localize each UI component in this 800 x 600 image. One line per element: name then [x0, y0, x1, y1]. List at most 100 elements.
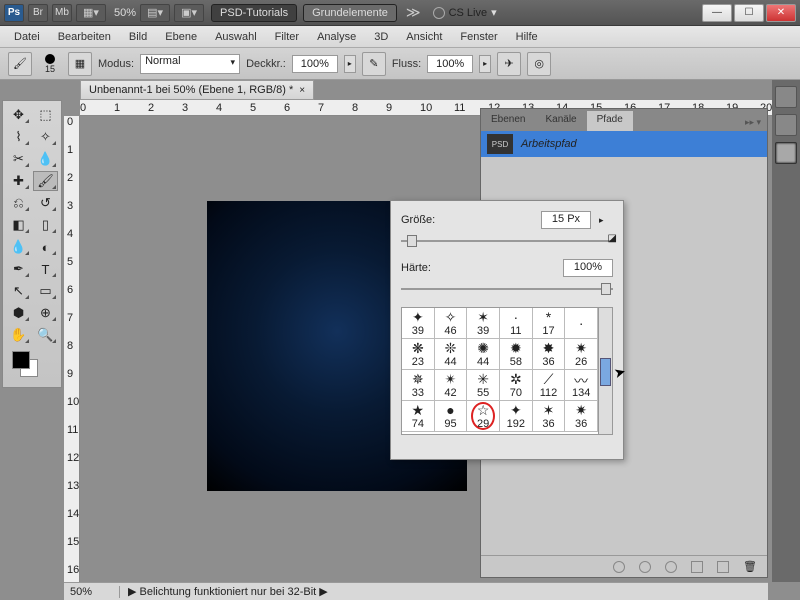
grundelemente-button[interactable]: Grundelemente — [303, 4, 397, 22]
eraser-tool[interactable]: ◧ — [6, 215, 31, 235]
lasso-tool[interactable]: ⌇ — [6, 127, 31, 147]
minibridge-icon[interactable]: Mb — [52, 4, 72, 22]
bridge-icon[interactable]: Br — [28, 4, 48, 22]
stamp-tool[interactable]: ⎌ — [6, 193, 31, 213]
hardness-input[interactable]: 100% — [563, 259, 613, 277]
brush-preset[interactable]: ☆29 — [467, 401, 500, 432]
dodge-tool[interactable]: ◐ — [33, 237, 58, 257]
screen-mode[interactable]: ▣▾ — [174, 4, 204, 22]
airbrush-icon[interactable]: ✈ — [497, 52, 521, 76]
size-slider[interactable]: ◪ — [401, 233, 613, 249]
hand-tool[interactable]: ✋ — [6, 325, 31, 345]
color-swatch[interactable] — [6, 351, 58, 383]
brush-scrollbar[interactable] — [598, 308, 612, 434]
hardness-slider[interactable] — [401, 281, 613, 297]
cs-live[interactable]: CS Live▾ — [433, 6, 497, 19]
brush-preset[interactable]: ✷26 — [565, 339, 598, 370]
brush-preset[interactable]: ✸36 — [533, 339, 566, 370]
selection-path-icon[interactable] — [665, 561, 677, 573]
zoom-tool[interactable]: 🔍 — [33, 325, 58, 345]
brush-preset[interactable]: ✴42 — [435, 370, 468, 401]
maximize-button[interactable]: ☐ — [734, 4, 764, 22]
blur-tool[interactable]: 💧 — [6, 237, 31, 257]
brush-preset[interactable]: ❊44 — [435, 339, 468, 370]
pen-tool[interactable]: ✒ — [6, 259, 31, 279]
marquee-tool[interactable]: ⬚ — [33, 105, 58, 125]
tab-pfade[interactable]: Pfade — [587, 111, 633, 131]
document-tab[interactable]: Unbenannt-1 bei 50% (Ebene 1, RGB/8) *× — [80, 80, 314, 100]
more-icon[interactable]: ≫ — [406, 4, 421, 21]
brush-preset[interactable]: ✵33 — [402, 370, 435, 401]
arrange-menu[interactable]: ▦▾ — [76, 4, 106, 22]
dock-paths-icon[interactable] — [775, 142, 797, 164]
eyedropper-tool[interactable]: 💧 — [33, 149, 58, 169]
history-brush-tool[interactable]: ↺ — [33, 193, 58, 213]
menu-analyse[interactable]: Analyse — [309, 29, 364, 45]
crop-tool[interactable]: ✂ — [6, 149, 31, 169]
type-tool[interactable]: T — [33, 259, 58, 279]
3d-tool[interactable]: ⬢ — [6, 303, 31, 323]
view-menu[interactable]: ▤▾ — [140, 4, 170, 22]
flyout-icon[interactable]: ▸ — [599, 215, 613, 226]
menu-hilfe[interactable]: Hilfe — [508, 29, 546, 45]
size-input[interactable]: 15 Px — [541, 211, 591, 229]
tab-ebenen[interactable]: Ebenen — [481, 111, 535, 131]
pressure-size-icon[interactable]: ◎ — [527, 52, 551, 76]
menu-bild[interactable]: Bild — [121, 29, 155, 45]
opacity-input[interactable]: 100% — [292, 55, 338, 73]
heal-tool[interactable]: ✚ — [6, 171, 31, 191]
brush-preset[interactable]: ✦192 — [500, 401, 533, 432]
brush-preset[interactable]: ✺44 — [467, 339, 500, 370]
brush-preset[interactable]: ✹58 — [500, 339, 533, 370]
delete-path-icon[interactable]: 🗑 — [743, 560, 757, 573]
zoom-level[interactable]: 50% — [114, 7, 136, 19]
move-tool[interactable]: ✥ — [6, 105, 31, 125]
shape-tool[interactable]: ▭ — [33, 281, 58, 301]
stroke-path-icon[interactable] — [639, 561, 651, 573]
brush-tool-icon[interactable]: 🖌 — [8, 52, 32, 76]
pressure-opacity-icon[interactable]: ✎ — [362, 52, 386, 76]
path-select-tool[interactable]: ↖ — [6, 281, 31, 301]
menu-fenster[interactable]: Fenster — [452, 29, 505, 45]
brush-tool[interactable]: 🖌 — [33, 171, 58, 191]
tab-kanaele[interactable]: Kanäle — [535, 111, 586, 131]
brush-preset[interactable]: · — [565, 308, 598, 339]
menu-ansicht[interactable]: Ansicht — [398, 29, 450, 45]
brush-preset[interactable]: ·11 — [500, 308, 533, 339]
brush-preview[interactable]: 15 — [38, 54, 62, 74]
menu-datei[interactable]: Datei — [6, 29, 48, 45]
3d-camera-tool[interactable]: ⊕ — [33, 303, 58, 323]
brush-preset[interactable]: ⟋112 — [533, 370, 566, 401]
brush-preset[interactable]: ✷36 — [565, 401, 598, 432]
dock-swatches-icon[interactable] — [775, 86, 797, 108]
dock-styles-icon[interactable] — [775, 114, 797, 136]
menu-filter[interactable]: Filter — [267, 29, 307, 45]
flow-input[interactable]: 100% — [427, 55, 473, 73]
psd-tutorials-button[interactable]: PSD-Tutorials — [211, 4, 297, 22]
flow-arrow[interactable]: ▸ — [479, 55, 491, 73]
menu-auswahl[interactable]: Auswahl — [207, 29, 265, 45]
gradient-tool[interactable]: ▯ — [33, 215, 58, 235]
brush-preset[interactable]: ★74 — [402, 401, 435, 432]
brush-preset[interactable]: ✧46 — [435, 308, 468, 339]
new-path-icon[interactable] — [717, 561, 729, 573]
close-icon[interactable]: × — [299, 85, 305, 96]
opacity-arrow[interactable]: ▸ — [344, 55, 356, 73]
panel-menu-icon[interactable]: ▸▸ ▾ — [739, 114, 767, 131]
brush-preset[interactable]: *17 — [533, 308, 566, 339]
brush-panel-icon[interactable]: ▦ — [68, 52, 92, 76]
menu-bearbeiten[interactable]: Bearbeiten — [50, 29, 119, 45]
brush-preset[interactable]: ✳55 — [467, 370, 500, 401]
close-button[interactable]: ✕ — [766, 4, 796, 22]
menu-ebene[interactable]: Ebene — [157, 29, 205, 45]
mode-select[interactable]: Normal — [140, 54, 240, 74]
path-item[interactable]: PSDArbeitspfad — [481, 131, 767, 157]
wand-tool[interactable]: ✧ — [33, 127, 58, 147]
make-path-icon[interactable] — [691, 561, 703, 573]
brush-preset[interactable]: 〰134 — [565, 370, 598, 401]
minimize-button[interactable]: — — [702, 4, 732, 22]
menu-3d[interactable]: 3D — [366, 29, 396, 45]
brush-preset[interactable]: ✶36 — [533, 401, 566, 432]
brush-preset[interactable]: ❋23 — [402, 339, 435, 370]
new-preset-icon[interactable]: ◪ — [608, 233, 617, 244]
